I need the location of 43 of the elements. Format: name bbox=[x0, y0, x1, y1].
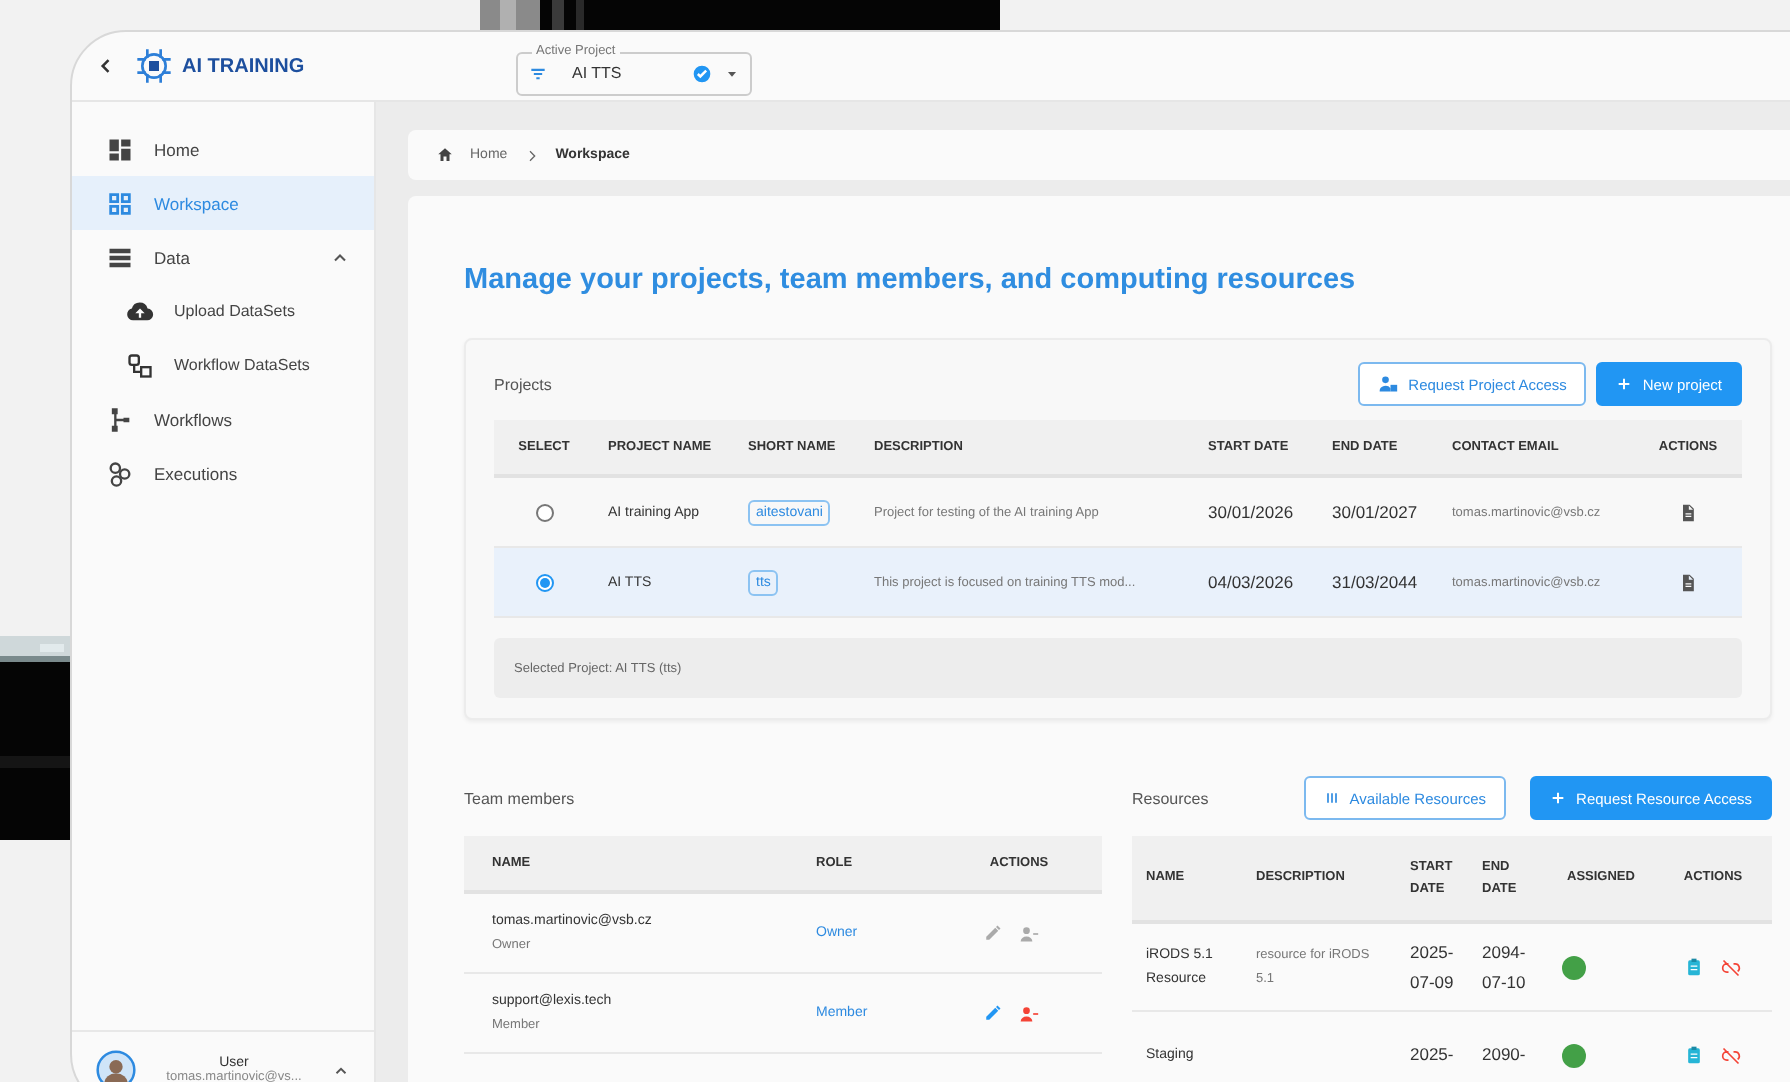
list-icon bbox=[106, 243, 134, 271]
unlink-icon bbox=[1720, 957, 1742, 977]
home-icon bbox=[436, 146, 454, 164]
dashboard-icon bbox=[106, 135, 134, 163]
filter-icon bbox=[528, 63, 548, 83]
sidebar-item[interactable]: Workflow DataSets bbox=[72, 338, 374, 392]
brain-circuit-icon bbox=[132, 46, 176, 86]
table-cell: 30/01/2026 bbox=[1208, 502, 1294, 522]
table-cell-text: 2090- bbox=[1482, 1042, 1526, 1069]
radio-button[interactable] bbox=[535, 573, 553, 591]
radio-button[interactable] bbox=[535, 503, 553, 521]
plus-icon bbox=[1550, 790, 1567, 806]
sidebar-item[interactable]: Data bbox=[72, 230, 374, 284]
table-cell-text: 2025- bbox=[1410, 1042, 1454, 1069]
sidebar-item[interactable]: Workflows bbox=[72, 392, 374, 446]
gears-icon bbox=[106, 459, 134, 487]
page-title: Manage your projects, team members, and computing resources bbox=[464, 264, 1358, 296]
table-cell-text: 2025-07-09 bbox=[1410, 940, 1454, 995]
columns-icon bbox=[1323, 790, 1340, 806]
section-title: Projects bbox=[494, 375, 554, 393]
clipboard-icon bbox=[1684, 1044, 1704, 1066]
brand-name: AI TRAINING bbox=[182, 55, 305, 77]
sidebar-item[interactable]: Upload DataSets bbox=[72, 284, 374, 338]
document-icon bbox=[1678, 571, 1698, 593]
table-cell: 31/03/2044 bbox=[1332, 572, 1418, 592]
linked-boxes-icon bbox=[126, 351, 154, 379]
avatar-icon bbox=[96, 1050, 136, 1082]
sidebar-item[interactable]: Executions bbox=[72, 446, 374, 500]
section-title: Resources bbox=[1132, 789, 1211, 807]
clipboard-icon bbox=[1684, 956, 1704, 978]
sidebar-item[interactable]: Home bbox=[72, 122, 374, 176]
document-icon bbox=[1678, 501, 1698, 523]
unlink-icon bbox=[1720, 1045, 1742, 1065]
table-cell-text: 2094-07-10 bbox=[1482, 940, 1528, 995]
section-title: Team members bbox=[464, 789, 577, 807]
plus-icon bbox=[1616, 376, 1633, 392]
table-cell: 30/01/2027 bbox=[1332, 502, 1418, 522]
workflow-icon bbox=[106, 405, 134, 433]
user-lock-icon bbox=[1378, 374, 1399, 394]
cloud-upload-icon bbox=[126, 297, 154, 325]
grid-icon bbox=[106, 189, 134, 217]
table-cell: 04/03/2026 bbox=[1208, 572, 1294, 592]
check-circle-icon bbox=[692, 63, 712, 83]
